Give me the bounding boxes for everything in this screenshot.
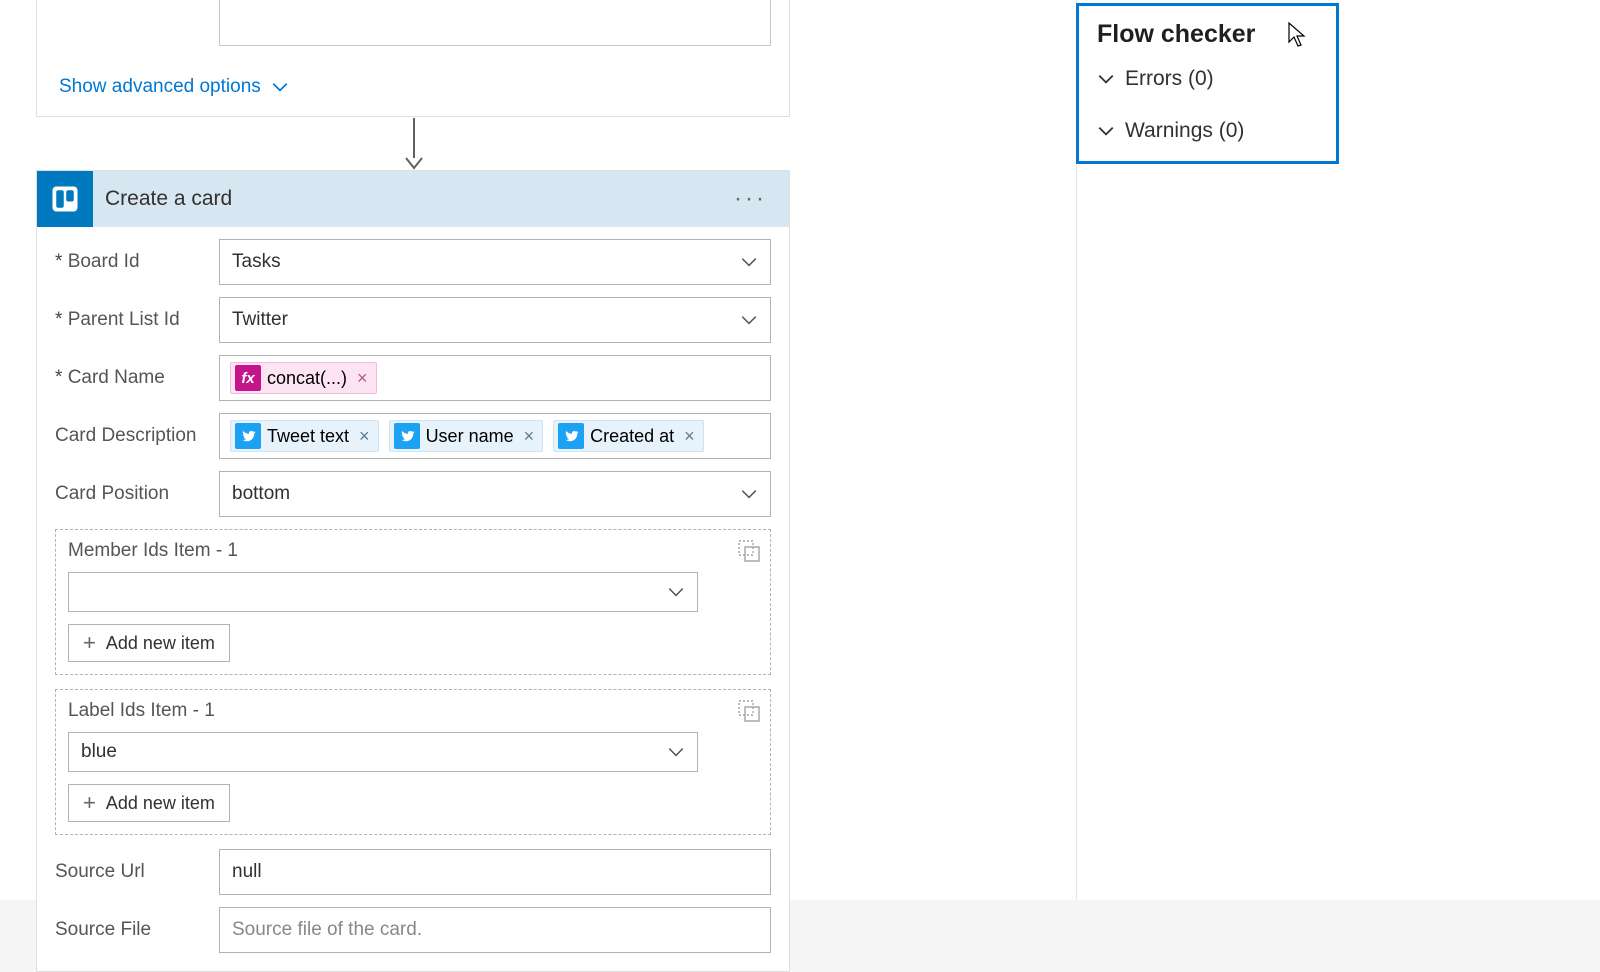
flow-checker-errors-row[interactable]: Errors (0) bbox=[1097, 67, 1318, 91]
label-card-name: * Card Name bbox=[55, 355, 219, 389]
token-label: Created at bbox=[590, 426, 674, 447]
action-header[interactable]: Create a card ··· bbox=[37, 171, 789, 227]
row-card-position: Card Position bottom bbox=[55, 471, 771, 517]
twitter-token[interactable]: Created at × bbox=[553, 420, 704, 452]
action-menu-button[interactable]: ··· bbox=[726, 185, 775, 213]
add-member-item-button[interactable]: + Add new item bbox=[68, 624, 230, 662]
label-ids-group: Label Ids Item - 1 blue + Add new item bbox=[55, 689, 771, 835]
remove-token-icon[interactable]: × bbox=[357, 368, 368, 389]
plus-icon: + bbox=[83, 792, 96, 814]
board-id-select[interactable]: Tasks bbox=[219, 239, 771, 285]
card-position-select[interactable]: bottom bbox=[219, 471, 771, 517]
twitter-icon bbox=[558, 423, 584, 449]
flow-canvas: Show advanced options Create a card ··· bbox=[0, 0, 1076, 900]
label-card-position: Card Position bbox=[55, 471, 219, 505]
twitter-token[interactable]: Tweet text × bbox=[230, 420, 379, 452]
remove-token-icon[interactable]: × bbox=[359, 426, 370, 447]
source-url-input-field[interactable] bbox=[232, 861, 758, 883]
chevron-down-icon bbox=[667, 583, 685, 601]
chevron-down-icon bbox=[271, 78, 289, 96]
label-card-description: Card Description bbox=[55, 413, 219, 447]
show-advanced-label: Show advanced options bbox=[59, 76, 261, 98]
chevron-down-icon bbox=[740, 485, 758, 503]
flow-checker-warnings-row[interactable]: Warnings (0) bbox=[1097, 119, 1318, 143]
action-body: * Board Id Tasks * Parent List Id Twitte… bbox=[37, 227, 789, 971]
chevron-down-icon bbox=[740, 253, 758, 271]
chevron-down-icon bbox=[740, 311, 758, 329]
twitter-icon bbox=[235, 423, 261, 449]
flow-checker-title: Flow checker bbox=[1097, 20, 1318, 49]
label-ids-select[interactable]: blue bbox=[68, 732, 698, 772]
card-name-field[interactable]: fx concat(...) × bbox=[219, 355, 771, 401]
add-member-label: Add new item bbox=[106, 633, 215, 654]
action-title: Create a card bbox=[93, 187, 726, 211]
twitter-token[interactable]: User name × bbox=[389, 420, 544, 452]
source-file-input[interactable] bbox=[219, 907, 771, 953]
token-label: User name bbox=[426, 426, 514, 447]
label-source-file: Source File bbox=[55, 907, 219, 941]
remove-token-icon[interactable]: × bbox=[684, 426, 695, 447]
label-ids-value: blue bbox=[81, 741, 117, 763]
prev-field-box[interactable] bbox=[219, 0, 771, 46]
chevron-down-icon bbox=[1097, 70, 1115, 88]
flow-checker-panel: Flow checker Errors (0) Warnings (0) bbox=[1076, 3, 1339, 164]
chevron-down-icon bbox=[1097, 122, 1115, 140]
twitter-icon bbox=[394, 423, 420, 449]
parent-list-id-value: Twitter bbox=[232, 309, 288, 331]
row-card-name: * Card Name fx concat(...) × bbox=[55, 355, 771, 401]
member-ids-select[interactable] bbox=[68, 572, 698, 612]
remove-token-icon[interactable]: × bbox=[524, 426, 535, 447]
member-ids-group: Member Ids Item - 1 + Add new item bbox=[55, 529, 771, 675]
create-card-action: Create a card ··· * Board Id Tasks * Par… bbox=[36, 170, 790, 972]
label-source-url: Source Url bbox=[55, 849, 219, 883]
array-mode-toggle-icon[interactable] bbox=[738, 700, 760, 722]
row-card-description: Card Description Tweet text × bbox=[55, 413, 771, 459]
board-id-value: Tasks bbox=[232, 251, 281, 273]
trello-icon bbox=[37, 171, 93, 227]
chevron-down-icon bbox=[667, 743, 685, 761]
add-label-label: Add new item bbox=[106, 793, 215, 814]
show-advanced-options[interactable]: Show advanced options bbox=[59, 76, 289, 98]
previous-action-card: Show advanced options bbox=[36, 0, 790, 117]
parent-list-id-select[interactable]: Twitter bbox=[219, 297, 771, 343]
card-position-value: bottom bbox=[232, 483, 290, 505]
source-file-input-field[interactable] bbox=[232, 919, 758, 941]
fx-token[interactable]: fx concat(...) × bbox=[230, 362, 377, 394]
row-source-file: Source File bbox=[55, 907, 771, 953]
flow-arrow bbox=[402, 118, 426, 170]
plus-icon: + bbox=[83, 632, 96, 654]
fx-token-label: concat(...) bbox=[267, 368, 347, 389]
label-ids-title: Label Ids Item - 1 bbox=[68, 700, 758, 722]
row-source-url: Source Url bbox=[55, 849, 771, 895]
array-mode-toggle-icon[interactable] bbox=[738, 540, 760, 562]
row-parent-list-id: * Parent List Id Twitter bbox=[55, 297, 771, 343]
fx-icon: fx bbox=[235, 365, 261, 391]
errors-label: Errors (0) bbox=[1125, 67, 1214, 91]
label-parent-list-id: * Parent List Id bbox=[55, 297, 219, 331]
row-board-id: * Board Id Tasks bbox=[55, 239, 771, 285]
warnings-label: Warnings (0) bbox=[1125, 119, 1244, 143]
add-label-item-button[interactable]: + Add new item bbox=[68, 784, 230, 822]
label-board-id: * Board Id bbox=[55, 239, 219, 273]
token-label: Tweet text bbox=[267, 426, 349, 447]
card-description-field[interactable]: Tweet text × User name × bbox=[219, 413, 771, 459]
source-url-input[interactable] bbox=[219, 849, 771, 895]
member-ids-title: Member Ids Item - 1 bbox=[68, 540, 758, 562]
